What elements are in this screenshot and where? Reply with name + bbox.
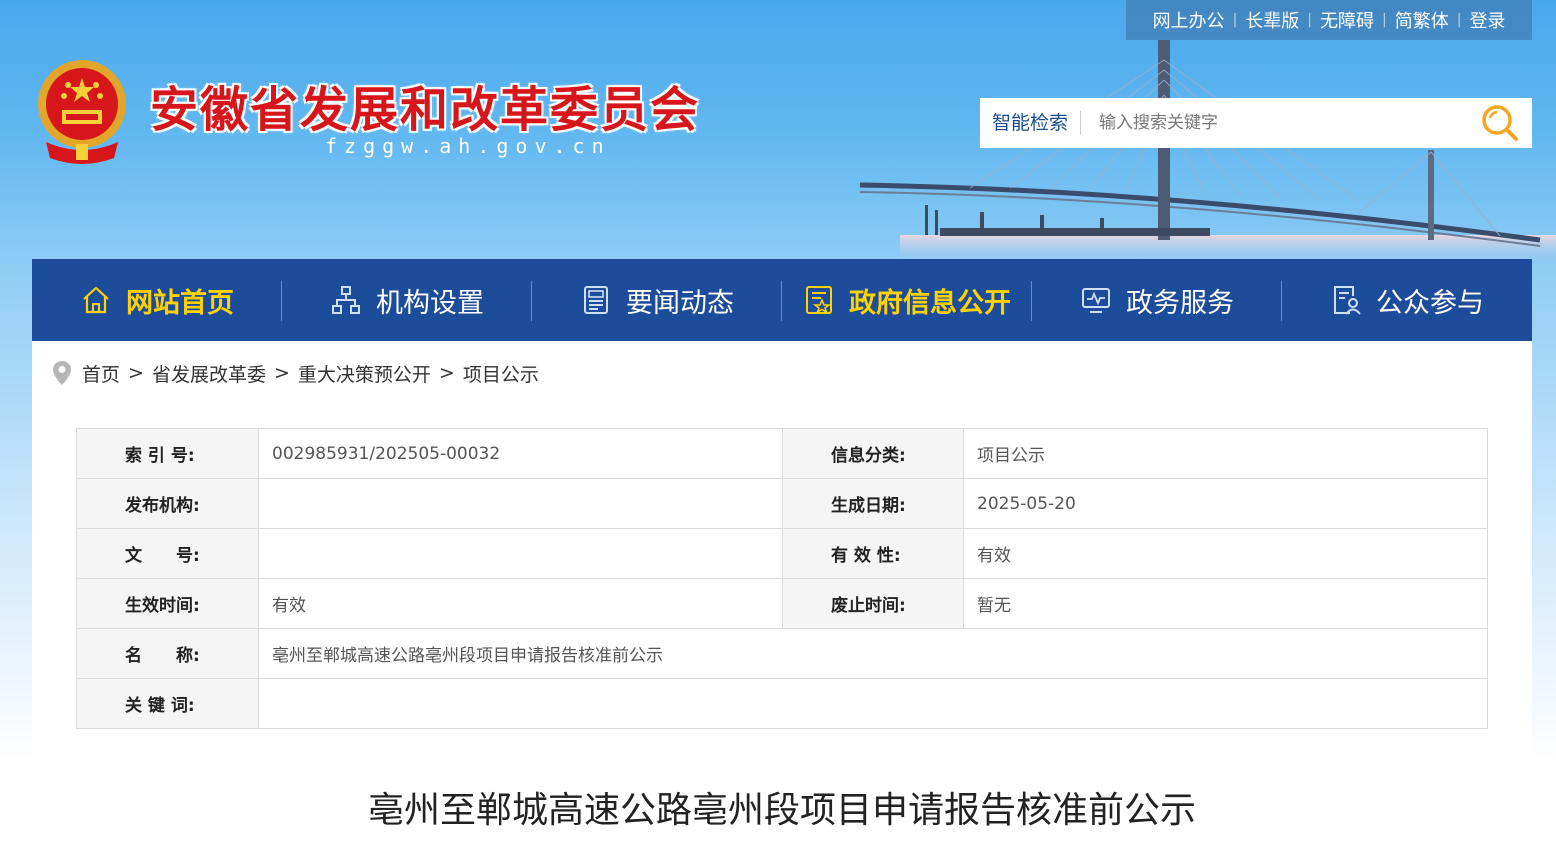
main-navigation: 网站首页 机构设置 要闻动态 政府信息公开 政务服务 公众参与 (32, 259, 1532, 341)
site-domain: fzggw.ah.gov.cn (325, 134, 611, 158)
nav-services-label: 政务服务 (1126, 287, 1234, 319)
newspaper-icon (584, 286, 608, 314)
publisher-label: 发布机构: (76, 478, 259, 529)
top-utility-bar: 网上办公 | 长辈版 | 无障碍 | 简繁体 | 登录 (1126, 0, 1532, 40)
date-label: 生成日期: (782, 478, 964, 529)
date-value: 2025-05-20 (963, 478, 1488, 529)
publisher-value (258, 478, 783, 529)
separator: | (1232, 12, 1238, 28)
separator: | (1307, 12, 1312, 28)
index-label: 索 引 号: (76, 428, 259, 479)
smart-search-label[interactable]: 智能检索 (980, 111, 1082, 135)
nav-gov-info[interactable]: 政府信息公开 (782, 259, 1032, 341)
nav-home-label: 网站首页 (126, 287, 234, 319)
nav-participation-label: 公众参与 (1376, 287, 1484, 319)
name-label: 名 称: (76, 628, 259, 679)
index-value: 002985931/202505-00032 (258, 428, 783, 479)
search-input[interactable] (1081, 102, 1478, 144)
breadcrumb-separator: > (128, 362, 144, 384)
document-star-icon (806, 286, 832, 314)
person-document-icon (1334, 286, 1361, 315)
login-link[interactable]: 登录 (1469, 7, 1505, 33)
separator: | (1382, 12, 1387, 28)
breadcrumb-separator: > (273, 362, 290, 384)
site-title: 安徽省发展和改革委员会 (150, 82, 701, 138)
docno-value (258, 528, 783, 579)
content-panel: 首页 > 省发展改革委 > 重大决策预公开 > 项目公示 索 引 号: 0029… (32, 341, 1532, 851)
breadcrumb: 首页 > 省发展改革委 > 重大决策预公开 > 项目公示 (52, 359, 539, 387)
elder-version-link[interactable]: 长辈版 (1245, 7, 1299, 33)
docno-label: 文 号: (76, 528, 259, 579)
breadcrumb-project-notice[interactable]: 项目公示 (463, 360, 539, 387)
nav-news[interactable]: 要闻动态 (532, 259, 782, 341)
expire-label: 废止时间: (782, 578, 964, 629)
table-row: 索 引 号: 002985931/202505-00032 信息分类: 项目公示 (76, 428, 1488, 479)
validity-value: 有效 (963, 528, 1488, 579)
name-value: 亳州至郸城高速公路亳州段项目申请报告核准前公示 (258, 628, 1488, 679)
breadcrumb-commission[interactable]: 省发展改革委 (152, 360, 266, 387)
search-bar: 智能检索 (980, 98, 1532, 148)
location-pin-icon (53, 361, 71, 385)
keywords-value (258, 678, 1488, 729)
validity-label: 有 效 性: (782, 528, 964, 579)
category-value: 项目公示 (963, 428, 1488, 479)
breadcrumb-separator: > (438, 362, 455, 384)
national-emblem-icon (38, 60, 126, 164)
table-row: 发布机构: 生成日期: 2025-05-20 (76, 478, 1488, 529)
nav-participation[interactable]: 公众参与 (1282, 259, 1532, 341)
separator: | (1456, 12, 1462, 28)
document-title: 亳州至郸城高速公路亳州段项目申请报告核准前公示 (367, 790, 1196, 831)
effective-label: 生效时间: (76, 578, 259, 629)
expire-value: 暂无 (963, 578, 1488, 629)
search-icon[interactable] (1478, 101, 1522, 145)
nav-organization[interactable]: 机构设置 (282, 259, 532, 341)
home-icon (83, 286, 109, 314)
bridge-illustration (859, 40, 1556, 260)
category-label: 信息分类: (782, 428, 964, 479)
nav-organization-label: 机构设置 (376, 287, 484, 319)
table-row: 生效时间: 有效 废止时间: 暂无 (76, 578, 1488, 629)
keywords-label: 关 键 词: (76, 678, 259, 729)
simplified-traditional-link[interactable]: 简繁体 (1395, 7, 1449, 33)
effective-value: 有效 (258, 578, 783, 629)
nav-services[interactable]: 政务服务 (1032, 259, 1282, 341)
nav-gov-info-label: 政府信息公开 (849, 287, 1011, 319)
breadcrumb-home[interactable]: 首页 (82, 360, 120, 387)
metadata-table: 索 引 号: 002985931/202505-00032 信息分类: 项目公示… (76, 428, 1488, 729)
online-office-link[interactable]: 网上办公 (1153, 7, 1225, 33)
table-row: 名 称: 亳州至郸城高速公路亳州段项目申请报告核准前公示 (76, 628, 1488, 679)
nav-home[interactable]: 网站首页 (32, 259, 282, 341)
nav-news-label: 要闻动态 (626, 287, 734, 319)
table-row: 文 号: 有 效 性: 有效 (76, 528, 1488, 579)
org-chart-icon (332, 286, 360, 314)
accessibility-link[interactable]: 无障碍 (1320, 7, 1374, 33)
table-row: 关 键 词: (76, 678, 1488, 729)
monitor-icon (1082, 288, 1110, 313)
breadcrumb-decision-disclosure[interactable]: 重大决策预公开 (298, 360, 431, 387)
